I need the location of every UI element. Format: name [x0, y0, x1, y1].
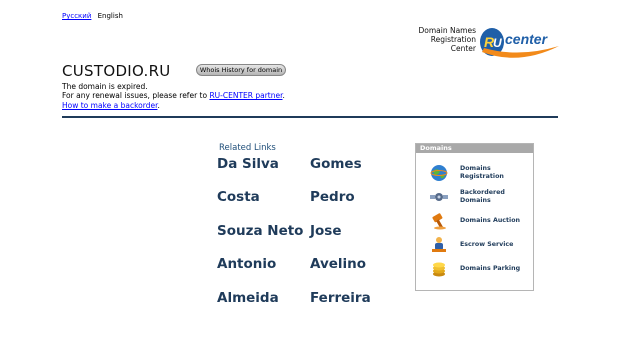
domains-parking-item[interactable]: Domains Parking [416, 258, 533, 280]
backorder-link[interactable]: How to make a backorder [62, 101, 157, 110]
related-link[interactable]: Gomes [310, 156, 362, 172]
rucenter-tagline: Domain Names Registration Center [410, 26, 476, 53]
rucenter-logo-u: U [493, 36, 502, 50]
backordered-domains-label-line-1: Backordered [460, 189, 505, 196]
backordered-domains-label: Backordered Domains [460, 189, 530, 204]
domains-registration-label: Domains Registration [460, 165, 530, 180]
domains-registration-item[interactable]: Domains Registration [416, 162, 533, 184]
rucenter-logo[interactable]: R U center [479, 26, 561, 60]
domains-registration-label-line-2: Registration [460, 172, 504, 180]
rucenter-tagline-line-3: Center [450, 44, 476, 53]
rucenter-tagline-line-1: Domain Names [418, 26, 476, 35]
language-switcher: Русский English [62, 12, 123, 20]
related-link[interactable]: Costa [217, 189, 260, 205]
escrow-service-label: Escrow Service [460, 241, 514, 248]
escrow-icon [432, 237, 446, 252]
related-link[interactable]: Antonio [217, 256, 276, 272]
lang-russian-link[interactable]: Русский [62, 12, 91, 20]
expired-notice: The domain is expired. [62, 82, 148, 91]
domains-auction-label: Domains Auction [460, 217, 521, 224]
related-link[interactable]: Da Silva [217, 156, 279, 172]
domains-panel-title: Domains [416, 144, 533, 153]
domains-panel: Domains Domains Registration Backordered… [415, 143, 534, 291]
domain-name-title: CUSTODIO.RU [62, 62, 171, 80]
globe-icon [430, 165, 448, 181]
related-links-title: Related Links [219, 143, 276, 153]
parking-coins-icon [433, 262, 445, 277]
satellite-icon [430, 193, 448, 201]
related-link[interactable]: Souza Neto [217, 223, 303, 239]
renewal-suffix: . [282, 91, 285, 101]
backorder-suffix: . [157, 100, 160, 110]
related-link[interactable]: Avelino [310, 256, 366, 272]
related-link[interactable]: Jose [310, 223, 342, 239]
domains-registration-label-line-1: Domains [460, 165, 491, 172]
expiry-message: The domain is expired. For any renewal i… [62, 82, 285, 110]
header-divider [62, 116, 558, 118]
renewal-text: For any renewal issues, please refer to [62, 91, 210, 101]
related-link[interactable]: Pedro [310, 189, 355, 205]
backorder-row: How to make a backorder. [62, 101, 285, 110]
renewal-notice: For any renewal issues, please refer to … [62, 91, 285, 100]
escrow-service-item[interactable]: Escrow Service [416, 234, 533, 256]
whois-history-button[interactable]: Whois History for domain [196, 64, 286, 76]
lang-english-label: English [97, 12, 123, 20]
rucenter-header[interactable]: Domain Names Registration Center R U cen… [410, 26, 560, 60]
domains-auction-item[interactable]: Domains Auction [416, 210, 533, 232]
rucenter-tagline-line-2: Registration [430, 35, 476, 44]
backordered-domains-label-line-2: Domains [460, 196, 491, 204]
rucenter-logo-word: center [505, 31, 549, 47]
related-link[interactable]: Almeida [217, 290, 279, 306]
related-link[interactable]: Ferreira [310, 290, 371, 306]
backordered-domains-item[interactable]: Backordered Domains [416, 186, 533, 208]
rucenter-partner-link[interactable]: RU-CENTER partner [209, 91, 282, 100]
auction-hammer-icon [432, 213, 446, 230]
domains-parking-label: Domains Parking [460, 265, 521, 272]
